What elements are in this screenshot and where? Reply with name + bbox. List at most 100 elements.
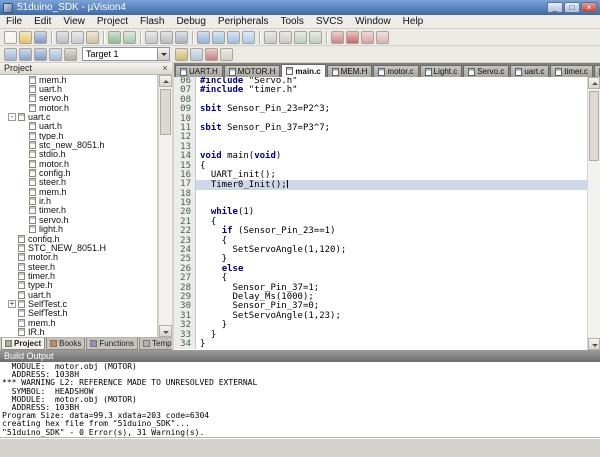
code-line[interactable]: 17 Timer0_Init(); bbox=[174, 180, 587, 189]
tree-item[interactable]: steer.h bbox=[0, 262, 157, 271]
code-line[interactable]: 32 } bbox=[174, 321, 587, 330]
tree-item[interactable]: - uart.c bbox=[0, 112, 157, 121]
tree-item[interactable]: mem.h bbox=[0, 318, 157, 327]
tree-item[interactable]: + SelfTest.c bbox=[0, 299, 157, 308]
debug-start-icon[interactable] bbox=[331, 31, 344, 44]
editor-tab[interactable]: UART.H bbox=[175, 65, 223, 77]
scroll-thumb[interactable] bbox=[160, 89, 171, 135]
tree-item[interactable]: SelfTest.h bbox=[0, 309, 157, 318]
target-select[interactable]: Target 1 bbox=[82, 47, 170, 61]
tab-project[interactable]: Project bbox=[1, 338, 45, 350]
maximize-button[interactable]: □ bbox=[564, 2, 580, 13]
editor-tab[interactable]: uart.c bbox=[510, 65, 549, 77]
code-line[interactable]: 14void main(void) bbox=[174, 152, 587, 161]
copy-icon[interactable] bbox=[71, 31, 84, 44]
bookmark-clear-icon[interactable] bbox=[242, 31, 255, 44]
scroll-down-button[interactable] bbox=[588, 338, 600, 350]
code-line[interactable]: 12 bbox=[174, 133, 587, 142]
bookmark-next-icon[interactable] bbox=[227, 31, 240, 44]
tree-item[interactable]: uart.h bbox=[0, 290, 157, 299]
code-line[interactable]: 24 SetServoAngle(1,120); bbox=[174, 246, 587, 255]
title-bar[interactable]: 51duino_SDK - µVision4 _□× bbox=[0, 0, 600, 15]
editor-tab[interactable]: LIGHT.H bbox=[594, 65, 600, 77]
dropdown-arrow-icon[interactable] bbox=[157, 48, 169, 60]
expander-icon[interactable]: - bbox=[8, 113, 16, 121]
tree-item[interactable]: STC_NEW_8051.H bbox=[0, 243, 157, 252]
goto-icon[interactable] bbox=[145, 31, 158, 44]
tree-item[interactable]: motor.h bbox=[0, 159, 157, 168]
tree-item[interactable]: servo.h bbox=[0, 94, 157, 103]
editor-tab[interactable]: main.c bbox=[281, 64, 325, 77]
tree-item[interactable]: uart.h bbox=[0, 122, 157, 131]
tree-item[interactable]: timer.h bbox=[0, 206, 157, 215]
download-icon[interactable] bbox=[64, 48, 77, 61]
editor-scrollbar[interactable] bbox=[587, 77, 600, 350]
menu-item[interactable]: File bbox=[0, 15, 28, 28]
save-icon[interactable] bbox=[34, 31, 47, 44]
scroll-up-button[interactable] bbox=[588, 77, 600, 89]
tree-item[interactable]: IR.h bbox=[0, 327, 157, 336]
tree-item[interactable]: motor.h bbox=[0, 253, 157, 262]
code-line[interactable]: 22 if (Sensor_Pin_23==1) bbox=[174, 227, 587, 236]
cut-icon[interactable] bbox=[56, 31, 69, 44]
tree-item[interactable]: timer.h bbox=[0, 271, 157, 280]
rebuild-icon[interactable] bbox=[34, 48, 47, 61]
tab-functions[interactable]: Functions bbox=[86, 338, 138, 350]
editor-tab[interactable]: timer.c bbox=[550, 65, 593, 77]
breakpoint-kill-icon[interactable] bbox=[376, 31, 389, 44]
open-folder-icon[interactable] bbox=[19, 31, 32, 44]
code-line[interactable]: 33 } bbox=[174, 331, 587, 340]
scroll-up-button[interactable] bbox=[159, 75, 172, 87]
editor-tab[interactable]: Servo.c bbox=[463, 65, 509, 77]
menu-item[interactable]: Flash bbox=[134, 15, 170, 28]
code-line[interactable]: 09sbit Sensor_Pin_23=P2^3; bbox=[174, 105, 587, 114]
build-icon[interactable] bbox=[19, 48, 32, 61]
bookmark-toggle-icon[interactable] bbox=[197, 31, 210, 44]
menu-item[interactable]: Help bbox=[397, 15, 430, 28]
editor-tab[interactable]: Light.c bbox=[420, 65, 463, 77]
find-in-files-icon[interactable] bbox=[175, 31, 188, 44]
code-line[interactable]: 16 UART_init(); bbox=[174, 171, 587, 180]
tree-item[interactable]: config.h bbox=[0, 234, 157, 243]
menu-item[interactable]: Tools bbox=[275, 15, 310, 28]
close-button[interactable]: × bbox=[581, 2, 597, 13]
editor-tab[interactable]: MOTOR.H bbox=[224, 65, 281, 77]
indent-right-icon[interactable] bbox=[279, 31, 292, 44]
build-output[interactable]: MODULE: motor.obj (MOTOR) ADDRESS: 1038H… bbox=[0, 362, 600, 438]
editor-tab[interactable]: motor.c bbox=[373, 65, 418, 77]
menu-item[interactable]: Edit bbox=[28, 15, 57, 28]
tree-item[interactable]: stc_new_8051.h bbox=[0, 140, 157, 149]
comment-icon[interactable] bbox=[294, 31, 307, 44]
breakpoint-disable-icon[interactable] bbox=[361, 31, 374, 44]
uncomment-icon[interactable] bbox=[309, 31, 322, 44]
menu-item[interactable]: Peripherals bbox=[212, 15, 275, 28]
translate-icon[interactable] bbox=[4, 48, 17, 61]
close-panel-icon[interactable]: × bbox=[160, 63, 170, 74]
code-editor[interactable]: 06#include "Servo.h" 07#include "timer.h… bbox=[174, 77, 587, 350]
code-line[interactable]: 07#include "timer.h" bbox=[174, 86, 587, 95]
tree-item[interactable]: light.h bbox=[0, 225, 157, 234]
code-line[interactable]: 34} bbox=[174, 340, 587, 349]
new-file-icon[interactable] bbox=[4, 31, 17, 44]
code-line[interactable]: 18 bbox=[174, 190, 587, 199]
indent-left-icon[interactable] bbox=[264, 31, 277, 44]
breakpoint-insert-icon[interactable] bbox=[346, 31, 359, 44]
tree-item[interactable]: type.h bbox=[0, 281, 157, 290]
paste-icon[interactable] bbox=[86, 31, 99, 44]
tree-item[interactable]: type.h bbox=[0, 131, 157, 140]
tree-item[interactable]: uart.h bbox=[0, 84, 157, 93]
code-line[interactable]: 11sbit Sensor_Pin_37=P3^7; bbox=[174, 124, 587, 133]
expander-icon[interactable]: + bbox=[8, 300, 16, 308]
minimize-button[interactable]: _ bbox=[547, 2, 563, 13]
tree-item[interactable]: ir.h bbox=[0, 196, 157, 205]
tree-item[interactable]: mem.h bbox=[0, 75, 157, 84]
project-scrollbar[interactable] bbox=[158, 75, 172, 337]
undo-icon[interactable] bbox=[108, 31, 121, 44]
file-extensions-icon[interactable] bbox=[190, 48, 203, 61]
tree-item[interactable]: servo.h bbox=[0, 215, 157, 224]
tree-item[interactable]: steer.h bbox=[0, 178, 157, 187]
tab-books[interactable]: Books bbox=[46, 338, 85, 350]
tree-item[interactable]: config.h bbox=[0, 168, 157, 177]
scroll-down-button[interactable] bbox=[159, 325, 172, 337]
redo-icon[interactable] bbox=[123, 31, 136, 44]
